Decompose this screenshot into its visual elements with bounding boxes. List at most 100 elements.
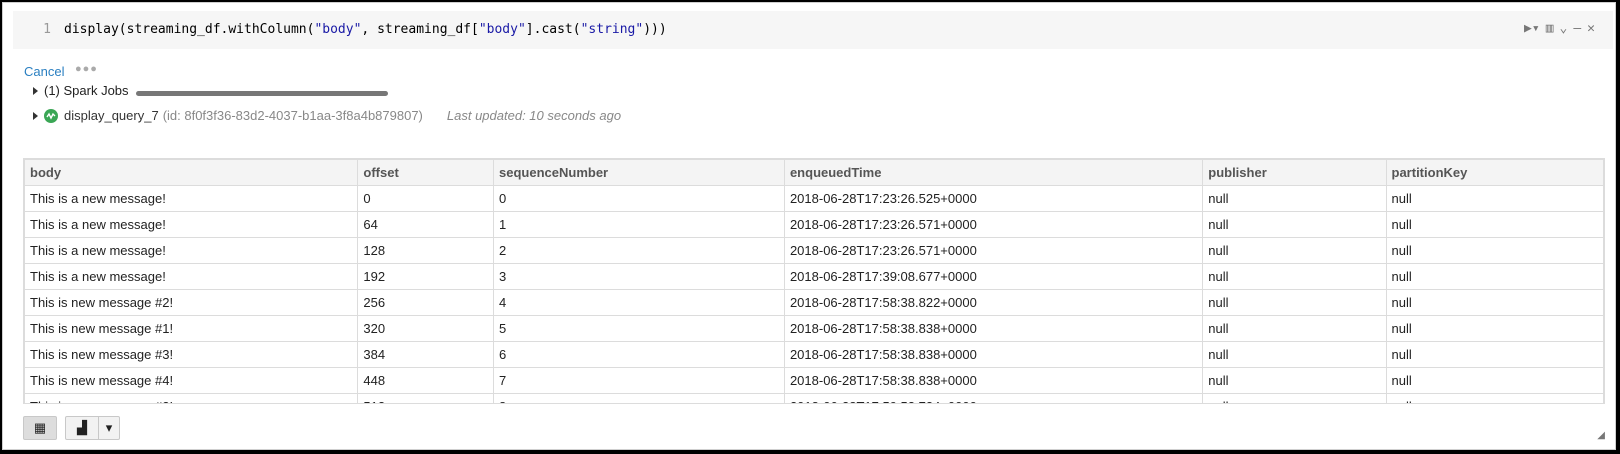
table-row: This is a new message! 0 0 2018-06-28T17:23… <box>24 185 1604 212</box>
chart-icon[interactable]: ▥ <box>1546 21 1554 36</box>
table-cell: null <box>1385 341 1604 368</box>
table-cell: This is new message #4! <box>24 367 359 394</box>
spark-jobs-label: (1) Spark Jobs <box>44 83 129 98</box>
resize-handle-icon[interactable]: ◢ <box>1597 430 1605 441</box>
expand-caret-icon[interactable] <box>33 86 38 95</box>
table-row: This is new message #4! 448 7 2018-06-28T17… <box>24 367 1604 394</box>
table-row: This is new message #1! 320 5 2018-06-28T17… <box>24 315 1604 342</box>
column-header[interactable]: partitionKey <box>1385 159 1604 186</box>
table-cell: null <box>1202 237 1387 264</box>
table-cell: This is new message #2! <box>24 393 359 403</box>
table-cell: null <box>1202 315 1387 342</box>
chart-view-button[interactable]: ▟ ▾ <box>65 416 120 440</box>
table-cell: 320 <box>357 315 495 342</box>
table-cell: null <box>1202 367 1387 394</box>
table-cell: 2018-06-28T17:39:08.677+0000 <box>783 263 1204 290</box>
loading-dots: ●●● <box>75 63 98 75</box>
code-editor[interactable]: 1 display(streaming_df.withColumn("body"… <box>13 11 1613 49</box>
column-header[interactable]: enqueuedTime <box>783 159 1204 186</box>
table-cell: This is new message #2! <box>24 289 359 316</box>
progress-bar <box>136 91 388 96</box>
table-icon: ▦ <box>33 420 47 435</box>
table-cell: 0 <box>493 185 785 212</box>
table-cell: 2018-06-28T17:58:38.838+0000 <box>783 341 1204 368</box>
run-icon[interactable]: ▶▾ <box>1524 21 1540 36</box>
table-cell: This is a new message! <box>24 263 359 290</box>
table-cell: This is new message #3! <box>24 341 359 368</box>
table-cell: This is a new message! <box>24 185 359 212</box>
table-cell: 5 <box>493 315 785 342</box>
line-number: 1 <box>43 22 51 37</box>
results-table[interactable]: body offset sequenceNumber enqueuedTime publ… <box>23 158 1605 404</box>
table-cell: 512 <box>357 393 495 403</box>
table-cell: 256 <box>357 289 495 316</box>
cell-toolbar: ▶▾ ▥ ⌄ – ✕ <box>1524 21 1595 36</box>
cancel-link[interactable]: Cancel <box>24 64 64 79</box>
table-cell: null <box>1385 315 1604 342</box>
close-icon[interactable]: ✕ <box>1587 21 1595 36</box>
table-cell: null <box>1385 289 1604 316</box>
table-body: This is a new message! 0 0 2018-06-28T17:23… <box>24 185 1604 403</box>
table-cell: null <box>1385 367 1604 394</box>
notebook-cell: 1 display(streaming_df.withColumn("body"… <box>2 2 1616 450</box>
spark-jobs-row[interactable]: (1) Spark Jobs <box>33 83 129 98</box>
table-cell: 2018-06-28T17:23:26.571+0000 <box>783 237 1204 264</box>
minimize-icon[interactable]: – <box>1573 21 1581 36</box>
stream-query-row[interactable]: display_query_7 (id: 8f0f3f36-83d2-4037-… <box>33 108 621 123</box>
table-cell: This is new message #1! <box>24 315 359 342</box>
chevron-down-icon[interactable]: ▾ <box>99 420 119 436</box>
table-cell: null <box>1202 211 1387 238</box>
table-cell: 448 <box>357 367 495 394</box>
table-cell: 0 <box>357 185 495 212</box>
table-cell: 3 <box>493 263 785 290</box>
table-cell: This is a new message! <box>24 211 359 238</box>
table-row: This is new message #3! 384 6 2018-06-28T17… <box>24 341 1604 368</box>
table-cell: null <box>1202 289 1387 316</box>
table-row: This is new message #2! 256 4 2018-06-28T17… <box>24 289 1604 316</box>
table-cell: 2018-06-28T17:58:38.838+0000 <box>783 315 1204 342</box>
table-row: This is a new message! 128 2 2018-06-28T17:… <box>24 237 1604 264</box>
expand-caret-icon[interactable] <box>33 111 38 120</box>
query-id: (id: 8f0f3f36-83d2-4037-b1aa-3f8a4b87980… <box>162 108 423 123</box>
table-cell: 4 <box>493 289 785 316</box>
table-cell: 64 <box>357 211 495 238</box>
table-header: body offset sequenceNumber enqueuedTime publ… <box>24 159 1604 186</box>
stream-status-icon <box>44 108 58 123</box>
table-row: This is a new message! 192 3 2018-06-28T17:… <box>24 263 1604 290</box>
column-header[interactable]: body <box>24 159 359 186</box>
column-header[interactable]: sequenceNumber <box>493 159 785 186</box>
table-cell: null <box>1385 185 1604 212</box>
table-cell: null <box>1385 237 1604 264</box>
table-cell: 2018-06-28T17:58:38.822+0000 <box>783 289 1204 316</box>
table-cell: 2 <box>493 237 785 264</box>
collapse-icon[interactable]: ⌄ <box>1560 21 1568 36</box>
column-header[interactable]: publisher <box>1202 159 1387 186</box>
table-cell: null <box>1385 393 1604 403</box>
table-cell: 2018-06-28T17:58:38.838+0000 <box>783 367 1204 394</box>
bar-chart-icon: ▟ <box>77 420 87 435</box>
column-header[interactable]: offset <box>357 159 495 186</box>
table-cell: null <box>1202 185 1387 212</box>
table-view-button[interactable]: ▦ <box>23 416 57 440</box>
table-cell: 2018-06-28T17:23:26.571+0000 <box>783 211 1204 238</box>
table-cell: null <box>1385 211 1604 238</box>
table-cell: This is a new message! <box>24 237 359 264</box>
table-cell: 1 <box>493 211 785 238</box>
table-cell: 384 <box>357 341 495 368</box>
table-cell: null <box>1202 263 1387 290</box>
table-cell: 128 <box>357 237 495 264</box>
last-updated: Last updated: 10 seconds ago <box>446 108 622 123</box>
table-row: This is a new message! 64 1 2018-06-28T17:2… <box>24 211 1604 238</box>
code-line[interactable]: display(streaming_df.withColumn("body", … <box>64 22 667 37</box>
table-cell: 6 <box>493 341 785 368</box>
table-cell: 2018-06-28T17:59:52.734+0000 <box>783 393 1204 403</box>
table-row: This is new message #2!51282018-06-28T17… <box>24 393 1604 403</box>
table-cell: null <box>1202 393 1387 403</box>
query-name[interactable]: display_query_7 <box>64 108 159 123</box>
table-cell: 2018-06-28T17:23:26.525+0000 <box>783 185 1204 212</box>
table-cell: null <box>1385 263 1604 290</box>
table-cell: null <box>1202 341 1387 368</box>
table-cell: 7 <box>493 367 785 394</box>
table-cell: 8 <box>493 393 785 403</box>
view-buttons: ▦ ▟ ▾ <box>23 416 120 440</box>
